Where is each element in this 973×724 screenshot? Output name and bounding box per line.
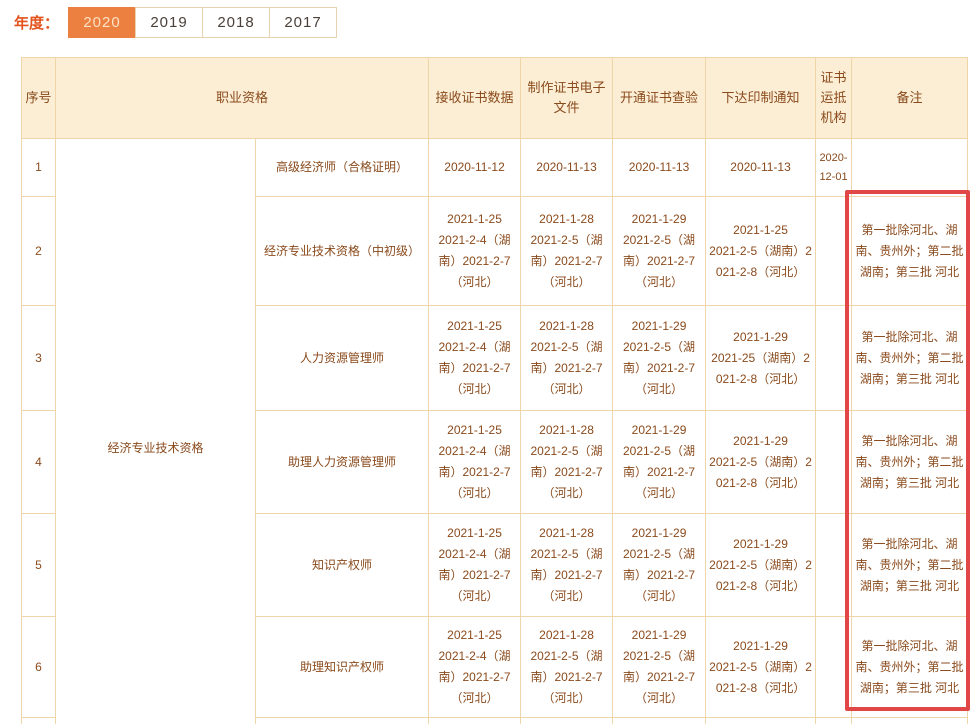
cell-arrive xyxy=(816,411,852,514)
cell-empty xyxy=(22,718,56,724)
year-filter-label: 年度： xyxy=(14,12,59,33)
cell-qualification: 助理人力资源管理师 xyxy=(256,411,429,514)
cell-receive: 2020-11-12 xyxy=(429,139,521,197)
cell-verify: 2020-11-13 xyxy=(613,139,706,197)
col-header-no: 序号 xyxy=(22,58,56,139)
cell-qualification: 知识产权师 xyxy=(256,514,429,617)
cell-no: 1 xyxy=(22,139,56,197)
year-tab-2020[interactable]: 2020 xyxy=(68,7,136,38)
cell-remark xyxy=(852,139,968,197)
table-header-row: 序号 职业资格 接收证书数据 制作证书电子文件 开通证书查验 下达印制通知 证书… xyxy=(22,58,968,139)
col-header-remark: 备注 xyxy=(852,58,968,139)
cell-notice: 2021-1-29 2021-2-5（湖南）2021-2-8（河北） xyxy=(706,514,816,617)
cell-empty xyxy=(521,718,613,724)
cell-notice: 2021-1-29 2021-25（湖南）2021-2-8（河北） xyxy=(706,306,816,411)
year-tab-2018[interactable]: 2018 xyxy=(202,7,270,38)
cell-arrive xyxy=(816,617,852,718)
cell-make: 2021-1-28 2021-2-5（湖南）2021-2-7（河北） xyxy=(521,617,613,718)
cell-verify: 2021-1-29 2021-2-5（湖南）2021-2-7（河北） xyxy=(613,306,706,411)
cell-make: 2021-1-28 2021-2-5（湖南）2021-2-7（河北） xyxy=(521,306,613,411)
cell-category: 经济专业技术资格 xyxy=(56,139,256,724)
cell-receive: 2021-1-25 2021-2-4（湖南）2021-2-7（河北） xyxy=(429,411,521,514)
year-filter-bar: 年度： 2020 2019 2018 2017 xyxy=(14,7,337,38)
cell-empty xyxy=(613,718,706,724)
cell-qualification: 高级经济师（合格证明） xyxy=(256,139,429,197)
col-header-qualification: 职业资格 xyxy=(56,58,429,139)
table-row: 1 经济专业技术资格 高级经济师（合格证明） 2020-11-12 2020-1… xyxy=(22,139,968,197)
cell-no: 2 xyxy=(22,197,56,306)
cell-make: 2021-1-28 2021-2-5（湖南）2021-2-7（河北） xyxy=(521,514,613,617)
cell-remark: 第一批除河北、湖南、贵州外；第二批 湖南；第三批 河北 xyxy=(852,411,968,514)
col-header-notice: 下达印制通知 xyxy=(706,58,816,139)
cell-receive: 2021-1-25 2021-2-4（湖南）2021-2-7（河北） xyxy=(429,617,521,718)
cell-notice: 2021-1-29 2021-2-5（湖南）2021-2-8（河北） xyxy=(706,617,816,718)
cell-notice: 2021-1-29 2021-2-5（湖南）2021-2-8（河北） xyxy=(706,411,816,514)
cell-remark: 第一批除河北、湖南、贵州外；第二批 湖南；第三批 河北 xyxy=(852,197,968,306)
cell-make: 2021-1-28 2021-2-5（湖南）2021-2-7（河北） xyxy=(521,197,613,306)
cell-arrive xyxy=(816,514,852,617)
year-tab-2017[interactable]: 2017 xyxy=(269,7,337,38)
cell-qualification: 助理知识产权师 xyxy=(256,617,429,718)
cell-receive: 2021-1-25 2021-2-4（湖南）2021-2-7（河北） xyxy=(429,306,521,411)
cell-arrive xyxy=(816,306,852,411)
cell-make: 2020-11-13 xyxy=(521,139,613,197)
cell-empty xyxy=(256,718,429,724)
cell-verify: 2021-1-29 2021-2-5（湖南）2021-2-7（河北） xyxy=(613,197,706,306)
cell-no: 5 xyxy=(22,514,56,617)
cell-receive: 2021-1-25 2021-2-4（湖南）2021-2-7（河北） xyxy=(429,197,521,306)
cell-verify: 2021-1-29 2021-2-5（湖南）2021-2-7（河北） xyxy=(613,411,706,514)
cell-no: 4 xyxy=(22,411,56,514)
col-header-make: 制作证书电子文件 xyxy=(521,58,613,139)
cell-empty xyxy=(852,718,968,724)
cell-empty xyxy=(816,718,852,724)
year-tabs: 2020 2019 2018 2017 xyxy=(69,7,337,38)
cell-remark: 第一批除河北、湖南、贵州外；第二批 湖南；第三批 河北 xyxy=(852,306,968,411)
cell-remark: 第一批除河北、湖南、贵州外；第二批 湖南；第三批 河北 xyxy=(852,617,968,718)
year-tab-2019[interactable]: 2019 xyxy=(135,7,203,38)
certificate-table: 序号 职业资格 接收证书数据 制作证书电子文件 开通证书查验 下达印制通知 证书… xyxy=(21,57,968,724)
cell-no: 3 xyxy=(22,306,56,411)
cell-notice: 2021-1-25 2021-2-5（湖南）2021-2-8（河北） xyxy=(706,197,816,306)
cell-qualification: 经济专业技术资格（中初级） xyxy=(256,197,429,306)
cell-arrive xyxy=(816,197,852,306)
cell-receive: 2021-1-25 2021-2-4（湖南）2021-2-7（河北） xyxy=(429,514,521,617)
cell-qualification: 人力资源管理师 xyxy=(256,306,429,411)
cell-verify: 2021-1-29 2021-2-5（湖南）2021-2-7（河北） xyxy=(613,617,706,718)
cell-verify: 2021-1-29 2021-2-5（湖南）2021-2-7（河北） xyxy=(613,514,706,617)
cell-remark: 第一批除河北、湖南、贵州外；第二批 湖南；第三批 河北 xyxy=(852,514,968,617)
cell-make: 2021-1-28 2021-2-5（湖南）2021-2-7（河北） xyxy=(521,411,613,514)
cell-empty xyxy=(706,718,816,724)
col-header-receive: 接收证书数据 xyxy=(429,58,521,139)
cell-empty xyxy=(429,718,521,724)
cell-arrive: 2020-12-01 xyxy=(816,139,852,197)
col-header-arrive: 证书运抵机构 xyxy=(816,58,852,139)
cell-no: 6 xyxy=(22,617,56,718)
page: 年度： 2020 2019 2018 2017 序号 职业资格 接收证书数据 制… xyxy=(0,0,973,724)
col-header-verify: 开通证书查验 xyxy=(613,58,706,139)
cell-notice: 2020-11-13 xyxy=(706,139,816,197)
